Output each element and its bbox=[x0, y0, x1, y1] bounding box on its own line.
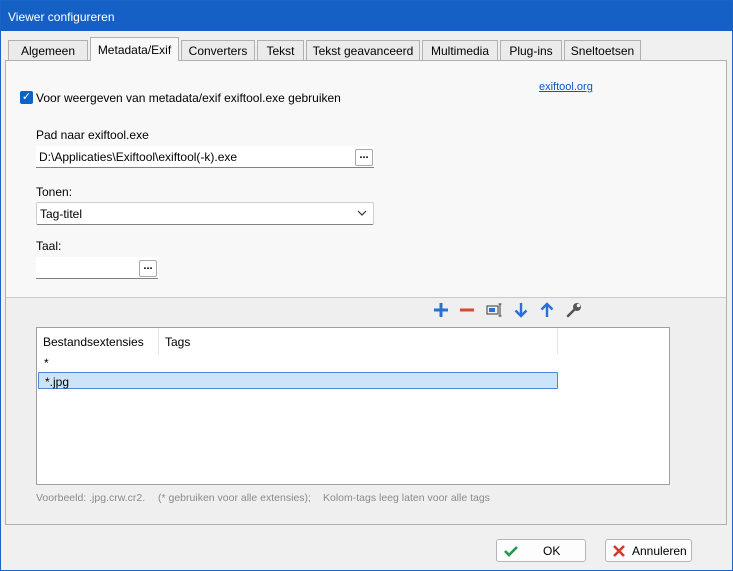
add-icon bbox=[434, 303, 448, 317]
remove-button[interactable] bbox=[458, 301, 476, 319]
show-label: Tonen: bbox=[36, 185, 73, 199]
tab-sneltoetsen[interactable]: Sneltoetsen bbox=[564, 40, 641, 60]
settings-button[interactable] bbox=[565, 301, 583, 319]
check-icon bbox=[504, 546, 518, 557]
move-down-button[interactable] bbox=[512, 301, 530, 319]
ok-label: OK bbox=[543, 544, 561, 558]
show-select-value: Tag-titel bbox=[40, 207, 83, 221]
add-button[interactable] bbox=[432, 301, 450, 319]
tab-algemeen[interactable]: Algemeen bbox=[8, 40, 88, 60]
cancel-button[interactable]: Annuleren bbox=[605, 539, 692, 562]
list-item-ext: * bbox=[44, 356, 49, 370]
browse-language-button[interactable]: ... bbox=[139, 260, 157, 277]
list-item[interactable]: * bbox=[38, 354, 55, 371]
window-title: Viewer configureren bbox=[8, 10, 115, 24]
tab-plug-ins[interactable]: Plug-ins bbox=[500, 40, 562, 60]
tab-converters[interactable]: Converters bbox=[181, 40, 255, 60]
list-header: Bestandsextensies Tags bbox=[37, 328, 669, 354]
move-down-icon bbox=[514, 303, 528, 318]
hint-example: Voorbeeld: .jpg.crw.cr2. bbox=[36, 492, 146, 504]
chevron-down-icon bbox=[357, 210, 367, 216]
tab-panel: ✓ Voor weergeven van metadata/exif exift… bbox=[5, 60, 727, 525]
tab-tekst[interactable]: Tekst bbox=[257, 40, 304, 60]
exiftool-path-field[interactable]: D:\Applicaties\Exiftool\exiftool(-k).exe bbox=[36, 146, 374, 168]
ok-button[interactable]: OK bbox=[496, 539, 586, 562]
language-label: Taal: bbox=[36, 239, 62, 253]
edit-icon bbox=[486, 303, 502, 317]
browse-exiftool-button[interactable]: ... bbox=[355, 149, 373, 166]
tab-tekst-geavanceerd[interactable]: Tekst geavanceerd bbox=[306, 40, 420, 60]
tab-strip: Algemeen Metadata/Exif Converters Tekst … bbox=[5, 37, 727, 61]
tab-multimedia[interactable]: Multimedia bbox=[422, 40, 498, 60]
wrench-icon bbox=[566, 303, 581, 318]
list-item-selected[interactable]: *.jpg bbox=[38, 372, 558, 389]
edit-button[interactable] bbox=[485, 301, 503, 319]
move-up-icon bbox=[540, 302, 554, 317]
title-bar: Viewer configureren bbox=[1, 1, 732, 31]
move-up-button[interactable] bbox=[538, 301, 556, 319]
remove-icon bbox=[460, 308, 474, 312]
close-icon bbox=[613, 545, 625, 557]
dialog-window: Viewer configureren Algemeen Metadata/Ex… bbox=[0, 0, 733, 571]
exiftool-link[interactable]: exiftool.org bbox=[539, 81, 593, 93]
use-exiftool-label: Voor weergeven van metadata/exif exiftoo… bbox=[36, 91, 341, 105]
exiftool-path-value: D:\Applicaties\Exiftool\exiftool(-k).exe bbox=[39, 150, 238, 164]
column-header-extensions[interactable]: Bestandsextensies bbox=[37, 328, 159, 354]
show-select[interactable]: Tag-titel bbox=[36, 202, 374, 225]
path-label: Pad naar exiftool.exe bbox=[36, 128, 149, 142]
cancel-label: Annuleren bbox=[632, 544, 687, 558]
column-header-tags[interactable]: Tags bbox=[159, 328, 558, 354]
hint-column-tags: Kolom-tags leeg laten voor alle tags bbox=[323, 492, 490, 504]
tab-metadata-exif[interactable]: Metadata/Exif bbox=[90, 37, 179, 61]
extensions-list[interactable]: Bestandsextensies Tags * *.jpg bbox=[36, 327, 670, 485]
list-item-ext: *.jpg bbox=[45, 375, 70, 389]
hint-all-extensions: (* gebruiken voor alle extensies); bbox=[158, 492, 311, 504]
use-exiftool-checkbox[interactable]: ✓ bbox=[20, 91, 33, 104]
